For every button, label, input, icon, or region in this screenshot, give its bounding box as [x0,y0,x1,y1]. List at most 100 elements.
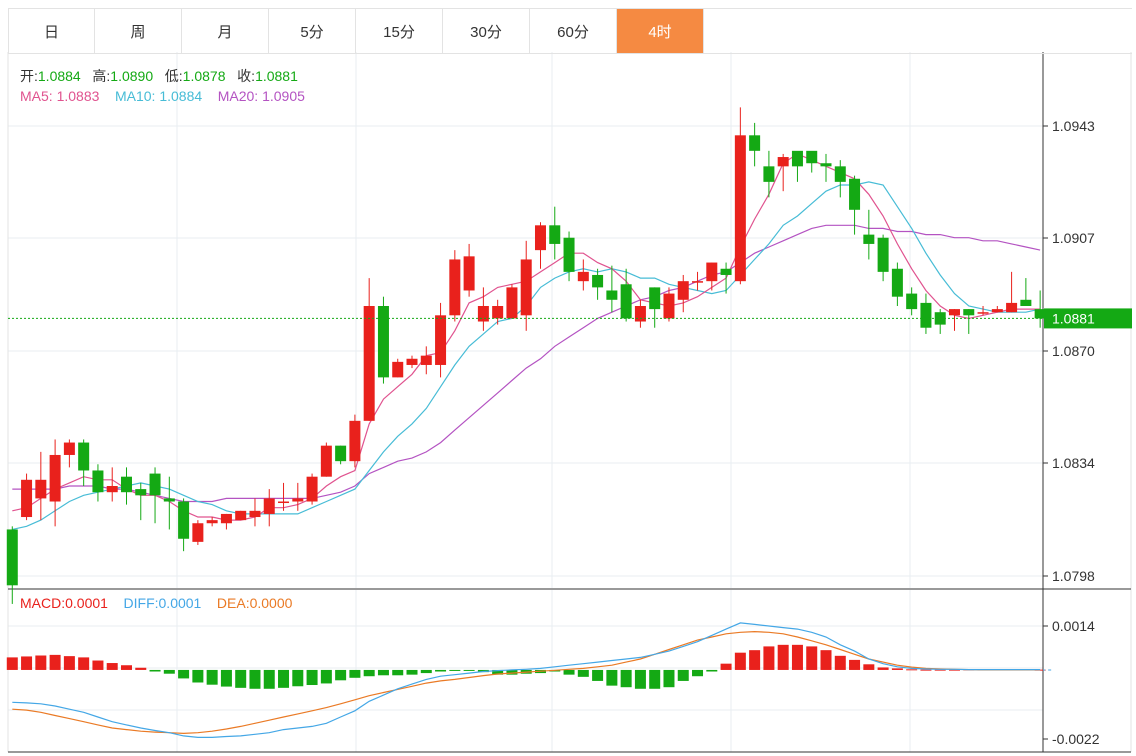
candle-37 [534,222,546,269]
macd-bar-11 [163,669,175,674]
candle-body-60 [863,234,875,244]
candle-15 [220,513,232,530]
candle-body-30 [435,315,447,365]
candle-12 [178,498,190,552]
ma10-label: MA10: [114,88,156,104]
candle-64 [920,293,932,334]
y-axis-labels: 1.0943 1.0907 1.0870 1.0834 1.0798 0.0014 -0.0… [1043,118,1100,747]
candle-body-11 [163,498,175,502]
candle-63 [906,287,918,316]
macd-bar-31 [449,669,461,671]
candle-body-29 [420,355,432,365]
ytick-label-0: 1.0943 [1052,118,1095,134]
candle-body-12 [178,501,190,539]
ma-legend: MA5: 1.0883 MA10: 1.0884 MA20: 1.0905 [20,88,305,104]
candlestick-series [6,107,1046,604]
candle-body-25 [363,306,375,421]
ytick-label-4: 1.0798 [1052,568,1095,584]
candle-69 [991,306,1003,313]
macd-bar-49 [706,669,718,672]
candle-body-61 [877,237,889,272]
diff-line [12,622,1041,739]
tab-月[interactable]: 月 [182,9,269,53]
candle-9 [135,482,147,521]
candle-body-18 [263,498,275,514]
candle-body-66 [948,309,960,316]
candle-body-68 [977,312,989,314]
macd-lines [12,622,1041,739]
candle-body-40 [577,271,589,282]
candle-body-15 [220,513,232,524]
tab-60分[interactable]: 60分 [530,9,617,53]
candle-body-54 [777,157,789,167]
macd-bar-42 [606,669,618,686]
macd-bar-44 [634,669,646,689]
chart-axes [7,52,1132,753]
tab-5分[interactable]: 5分 [269,9,356,53]
macd-bar-45 [649,669,661,689]
macd-bar-61 [877,667,889,670]
candle-61 [877,234,889,282]
macd-bar-3 [49,654,61,670]
tab-周[interactable]: 周 [95,9,182,53]
candle-body-28 [406,358,418,365]
macd-bar-40 [577,669,589,677]
tab-4时[interactable]: 4时 [617,9,704,53]
candle-13 [192,520,204,545]
ohlc-legend: 开:1.0884 高:1.0890 低:1.0878 收:1.0881 [20,66,298,86]
candle-body-52 [749,135,761,151]
macd-value: 0.0001 [65,595,108,611]
macd-bar-14 [206,669,218,685]
candle-30 [435,302,447,378]
macd-bar-54 [777,644,789,670]
candle-41 [592,268,604,300]
candle-body-13 [192,523,204,542]
candle-body-0 [6,529,18,586]
candle-body-49 [706,262,718,282]
diff-value: 0.0001 [158,595,202,611]
macd-bar-41 [592,669,604,681]
candle-body-7 [106,486,118,493]
candle-25 [363,278,375,421]
macd-bar-56 [806,646,818,670]
macd-bar-19 [278,669,290,688]
dea-line [12,630,1041,735]
candle-17 [249,498,261,527]
candle-49 [706,262,718,291]
tab-日[interactable]: 日 [8,9,95,53]
macd-legend: MACD:0.0001 DIFF:0.0001 DEA:0.0000 [20,595,292,611]
macd-bar-64 [920,669,932,671]
candle-44 [634,299,646,328]
macd-bar-63 [906,669,918,671]
candle-38 [549,206,561,260]
current-price-label: 1.0881 [1052,310,1095,326]
candle-body-16 [235,510,247,521]
macd-bar-8 [120,665,132,670]
macd-bar-10 [149,669,161,672]
macd-bar-39 [563,669,575,675]
candle-18 [263,489,275,527]
candle-48 [692,271,704,291]
candle-52 [749,122,761,167]
close-label: 收: [237,68,256,84]
ma5-label: MA5: [20,88,53,104]
ytick-label-3: 1.0834 [1052,455,1095,471]
candle-body-38 [549,225,561,244]
candle-body-72 [1034,309,1046,319]
candle-28 [406,355,418,369]
tab-30分[interactable]: 30分 [443,9,530,53]
candle-body-37 [534,225,546,251]
ma5-line [12,153,1041,521]
macd-label: MACD: [20,595,66,611]
macd-bar-26 [377,669,389,676]
candle-62 [891,262,903,306]
grid-lines [8,52,1043,752]
candle-2 [35,451,47,521]
open-label: 开: [20,68,38,84]
candle-body-55 [791,150,803,167]
macd-bar-21 [306,669,318,686]
candle-body-39 [563,237,575,272]
ytick-label-1: 1.0907 [1052,230,1095,246]
candle-66 [948,309,960,331]
tab-15分[interactable]: 15分 [356,9,443,53]
